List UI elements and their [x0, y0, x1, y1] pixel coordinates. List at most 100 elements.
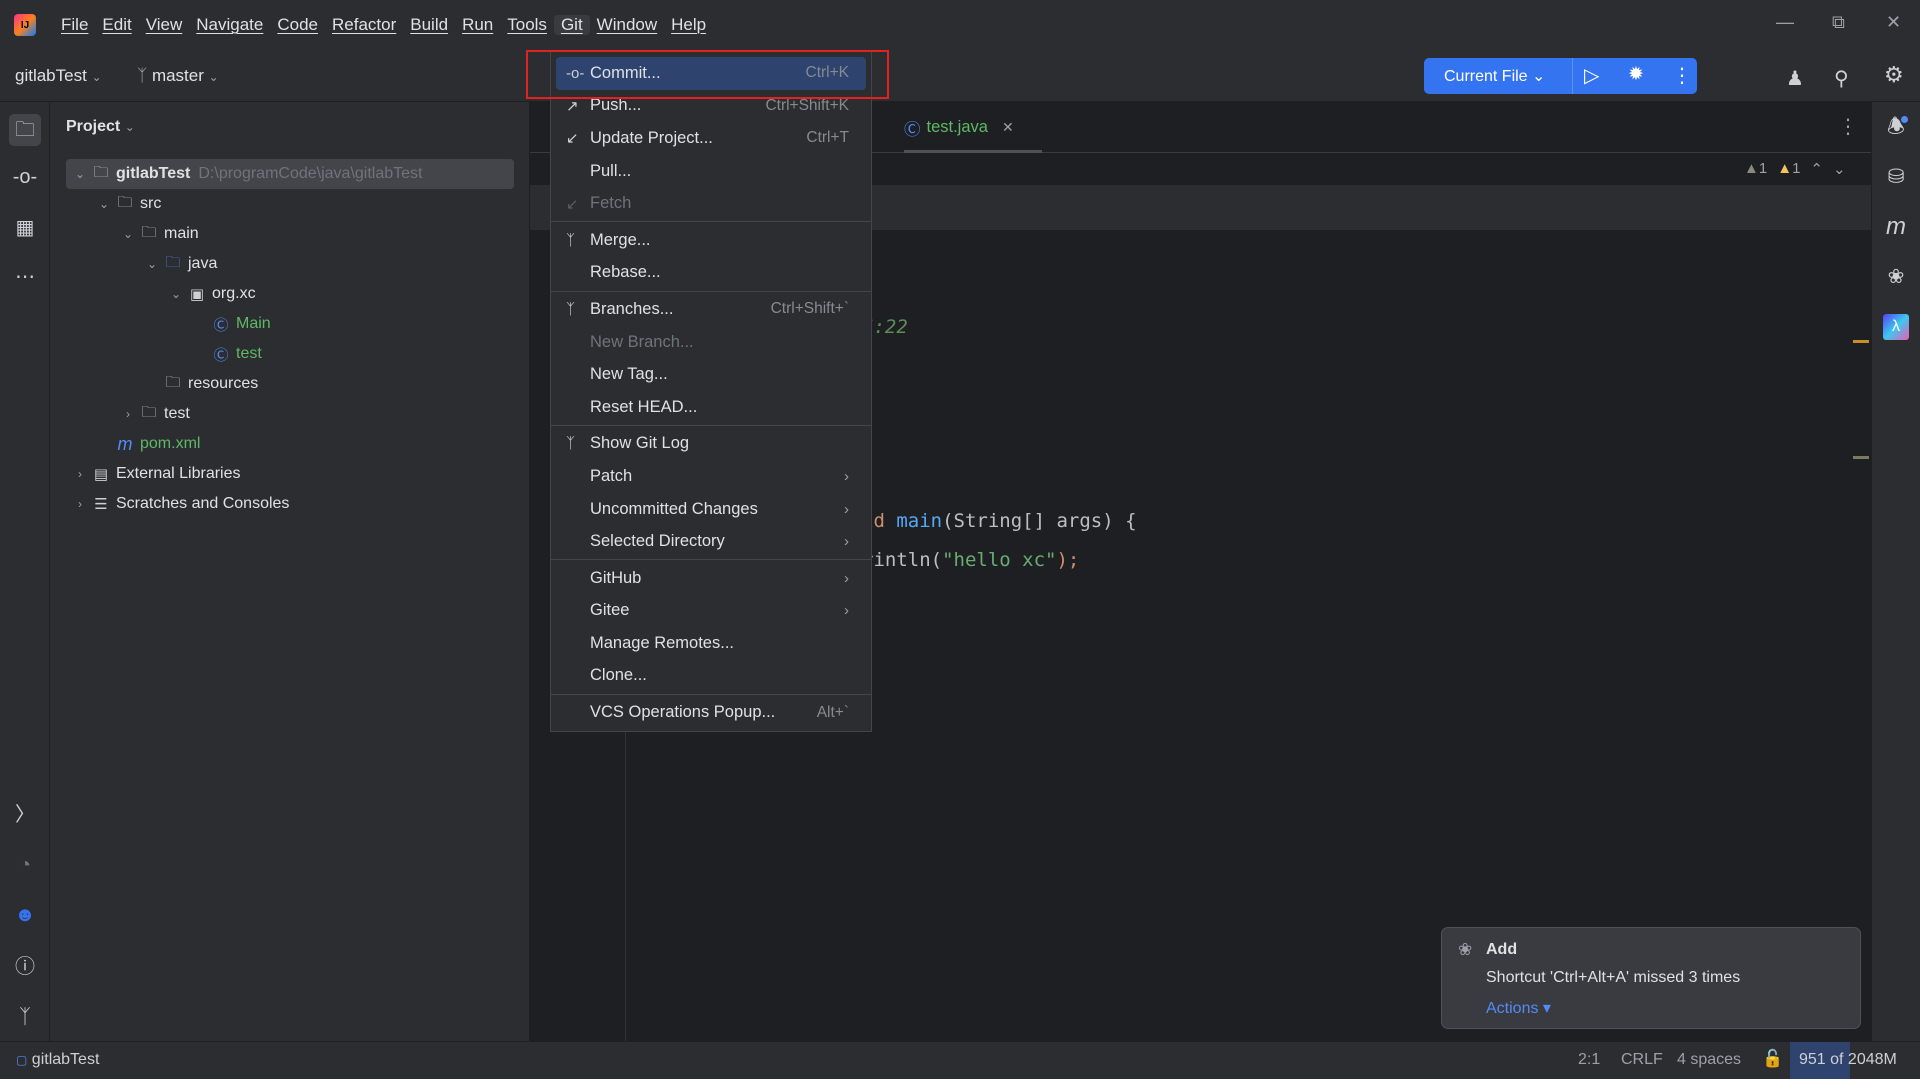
chevron-right-icon[interactable]: › — [70, 467, 90, 481]
scrollbar-warning-marker[interactable] — [1853, 340, 1869, 343]
git-menu-item-uncommitted-changes[interactable]: Uncommitted Changes › — [556, 493, 866, 526]
more-tools-icon[interactable]: ⋯ — [12, 264, 38, 290]
git-menu-item-merge[interactable]: ᛉ Merge... — [556, 224, 866, 257]
notifications-bell-icon[interactable]: 🕭 — [1883, 114, 1909, 140]
problems-icon[interactable]: ⓘ — [12, 954, 38, 980]
branch-icon: ᛉ — [137, 66, 148, 85]
tree-item[interactable]: › ☰ Scratches and Consoles — [50, 489, 530, 519]
status-project[interactable]: ▢ gitlabTest — [16, 1051, 99, 1069]
settings-gear-icon[interactable]: ⚙ — [1884, 62, 1904, 88]
caret-position[interactable]: 2:1 — [1578, 1051, 1600, 1069]
menu-build[interactable]: Build — [403, 15, 455, 35]
line-separator[interactable]: CRLF — [1621, 1051, 1663, 1069]
profiler-icon[interactable]: ◔ — [12, 852, 38, 878]
menu-file[interactable]: File — [54, 15, 95, 35]
library-icon: ▤ — [93, 466, 109, 483]
structure-icon[interactable]: ▦ — [12, 215, 38, 241]
tree-item[interactable]: ⌄ 🗀 java — [50, 249, 530, 279]
chevron-down-icon[interactable]: ⌄ — [118, 227, 138, 241]
chevron-down-icon[interactable]: ⌄ — [70, 167, 90, 181]
git-menu-item-reset-head[interactable]: Reset HEAD... — [556, 391, 866, 424]
add-user-icon[interactable]: ♟ — [1786, 66, 1804, 91]
unlock-icon[interactable]: 🔓 — [1762, 1049, 1783, 1069]
menu-help[interactable]: Help — [664, 15, 713, 35]
git-menu-item-update-project[interactable]: ↙ Update Project... Ctrl+T — [556, 122, 866, 155]
resources-folder-icon: 🗀 — [165, 373, 181, 391]
git-menu-item-pull[interactable]: Pull... — [556, 155, 866, 188]
project-tool-window: Project ⌄ ⌄ 🗀 gitlabTest D:\programCode\jav… — [50, 102, 530, 1041]
memory-indicator[interactable]: 951 of 2048M — [1790, 1042, 1920, 1079]
tree-item[interactable]: m pom.xml — [50, 429, 530, 459]
close-tab-icon[interactable]: ✕ — [1002, 119, 1014, 136]
restore-icon[interactable]: ⧉ — [1832, 12, 1845, 33]
chevron-down-icon[interactable]: ⌄ — [166, 287, 186, 301]
git-menu-item-branches[interactable]: ᛉ Branches... Ctrl+Shift+` — [556, 293, 866, 326]
menu-tools[interactable]: Tools — [500, 15, 554, 35]
menu-run[interactable]: Run — [455, 15, 500, 35]
menu-navigate[interactable]: Navigate — [189, 15, 270, 35]
menu-window[interactable]: Window — [590, 15, 664, 35]
git-menu-item-github[interactable]: GitHub › — [556, 562, 866, 595]
git-menu-item-vcs-operations-popup[interactable]: VCS Operations Popup... Alt+` — [556, 696, 866, 729]
inspection-widget[interactable]: ▲1 ▲1 ⌃ ⌄ — [1744, 160, 1846, 178]
code-line-main[interactable]: id main(String[] args) { — [862, 510, 1137, 532]
branch-icon: ᛉ — [566, 300, 576, 318]
minimize-icon[interactable]: — — [1776, 12, 1794, 33]
ai-assistant-icon[interactable]: λ — [1883, 314, 1909, 340]
database-icon[interactable]: ⛁ — [1883, 164, 1909, 190]
tree-item[interactable]: ⌄ 🗀 src — [50, 189, 530, 219]
tree-item[interactable]: › ▤ External Libraries — [50, 459, 530, 489]
chevron-right-icon[interactable]: › — [118, 407, 138, 421]
tab-test-java[interactable]: Ⓒ test.java ✕ — [904, 102, 1014, 153]
tree-item[interactable]: Ⓒ Main — [50, 309, 530, 339]
indent-setting[interactable]: 4 spaces — [1677, 1051, 1741, 1069]
tree-item[interactable]: Ⓒtest — [50, 339, 530, 369]
git-branch-icon[interactable]: ᛉ — [12, 1004, 38, 1030]
run-icon[interactable]: ▷ — [1584, 63, 1599, 88]
git-menu-item-show-git-log[interactable]: ᛉ Show Git Log — [556, 428, 866, 461]
branch-switcher[interactable]: ᛉ master ⌄ — [137, 66, 219, 86]
menu-code[interactable]: Code — [270, 15, 325, 35]
tree-item[interactable]: ⌄ ▣ org.xc — [50, 279, 530, 309]
git-menu-item-patch[interactable]: Patch › — [556, 460, 866, 493]
plugin-assistant-icon[interactable]: ☻ — [12, 902, 38, 928]
git-menu-item-selected-directory[interactable]: Selected Directory › — [556, 525, 866, 558]
git-menu-item-rebase[interactable]: Rebase... — [556, 257, 866, 290]
menu-refactor[interactable]: Refactor — [325, 15, 403, 35]
more-actions-icon[interactable]: ⋮ — [1672, 63, 1692, 88]
plugin-icon[interactable]: ❀ — [1883, 264, 1909, 290]
tree-item[interactable]: › 🗀 test — [50, 399, 530, 429]
project-folder-icon[interactable]: 🗀 — [9, 114, 41, 146]
terminal-icon[interactable]: 〉 — [12, 802, 38, 828]
tree-item[interactable]: 🗀 resources — [50, 369, 530, 399]
menu-view[interactable]: View — [139, 15, 190, 35]
project-panel-title[interactable]: Project ⌄ — [66, 118, 135, 136]
maven-icon[interactable]: m — [1883, 214, 1909, 240]
project-switcher[interactable]: gitlabTest ⌄ — [15, 66, 102, 86]
tree-item[interactable]: ⌄ 🗀 gitlabTest D:\programCode\java\gitlabTe… — [66, 159, 514, 189]
chevron-right-icon[interactable]: › — [70, 497, 90, 511]
next-highlight-icon[interactable]: ⌄ — [1833, 160, 1846, 178]
previous-highlight-icon[interactable]: ⌃ — [1810, 160, 1823, 178]
chevron-down-icon[interactable]: ⌄ — [94, 197, 114, 211]
chevron-down-icon[interactable]: ⌄ — [142, 257, 162, 271]
menu-separator — [551, 559, 871, 561]
close-window-icon[interactable]: ✕ — [1886, 12, 1901, 33]
search-icon[interactable]: ⚲ — [1834, 66, 1849, 91]
scrollbar-weak-warning-marker[interactable] — [1853, 456, 1869, 459]
debug-bug-icon[interactable]: ✹ — [1628, 63, 1644, 86]
chevron-right-icon: › — [844, 533, 849, 551]
commit-icon[interactable]: -o- — [12, 164, 38, 190]
menu-edit[interactable]: Edit — [95, 15, 138, 35]
code-line-println[interactable]: rintln("hello xc"); — [862, 549, 1079, 571]
notification-actions-link[interactable]: Actions ▾ — [1486, 998, 1551, 1018]
tree-item[interactable]: ⌄ 🗀 main — [50, 219, 530, 249]
tree-item-label: Scratches and Consoles — [116, 495, 290, 512]
menu-git[interactable]: Git — [553, 15, 590, 35]
git-menu-item-clone[interactable]: Clone... — [556, 660, 866, 693]
tab-options-icon[interactable]: ⋮ — [1838, 114, 1858, 139]
run-config-selector[interactable]: Current File ⌄ — [1444, 66, 1545, 86]
git-menu-item-new-tag[interactable]: New Tag... — [556, 358, 866, 391]
git-menu-item-gitee[interactable]: Gitee › — [556, 595, 866, 628]
git-menu-item-manage-remotes[interactable]: Manage Remotes... — [556, 627, 866, 660]
